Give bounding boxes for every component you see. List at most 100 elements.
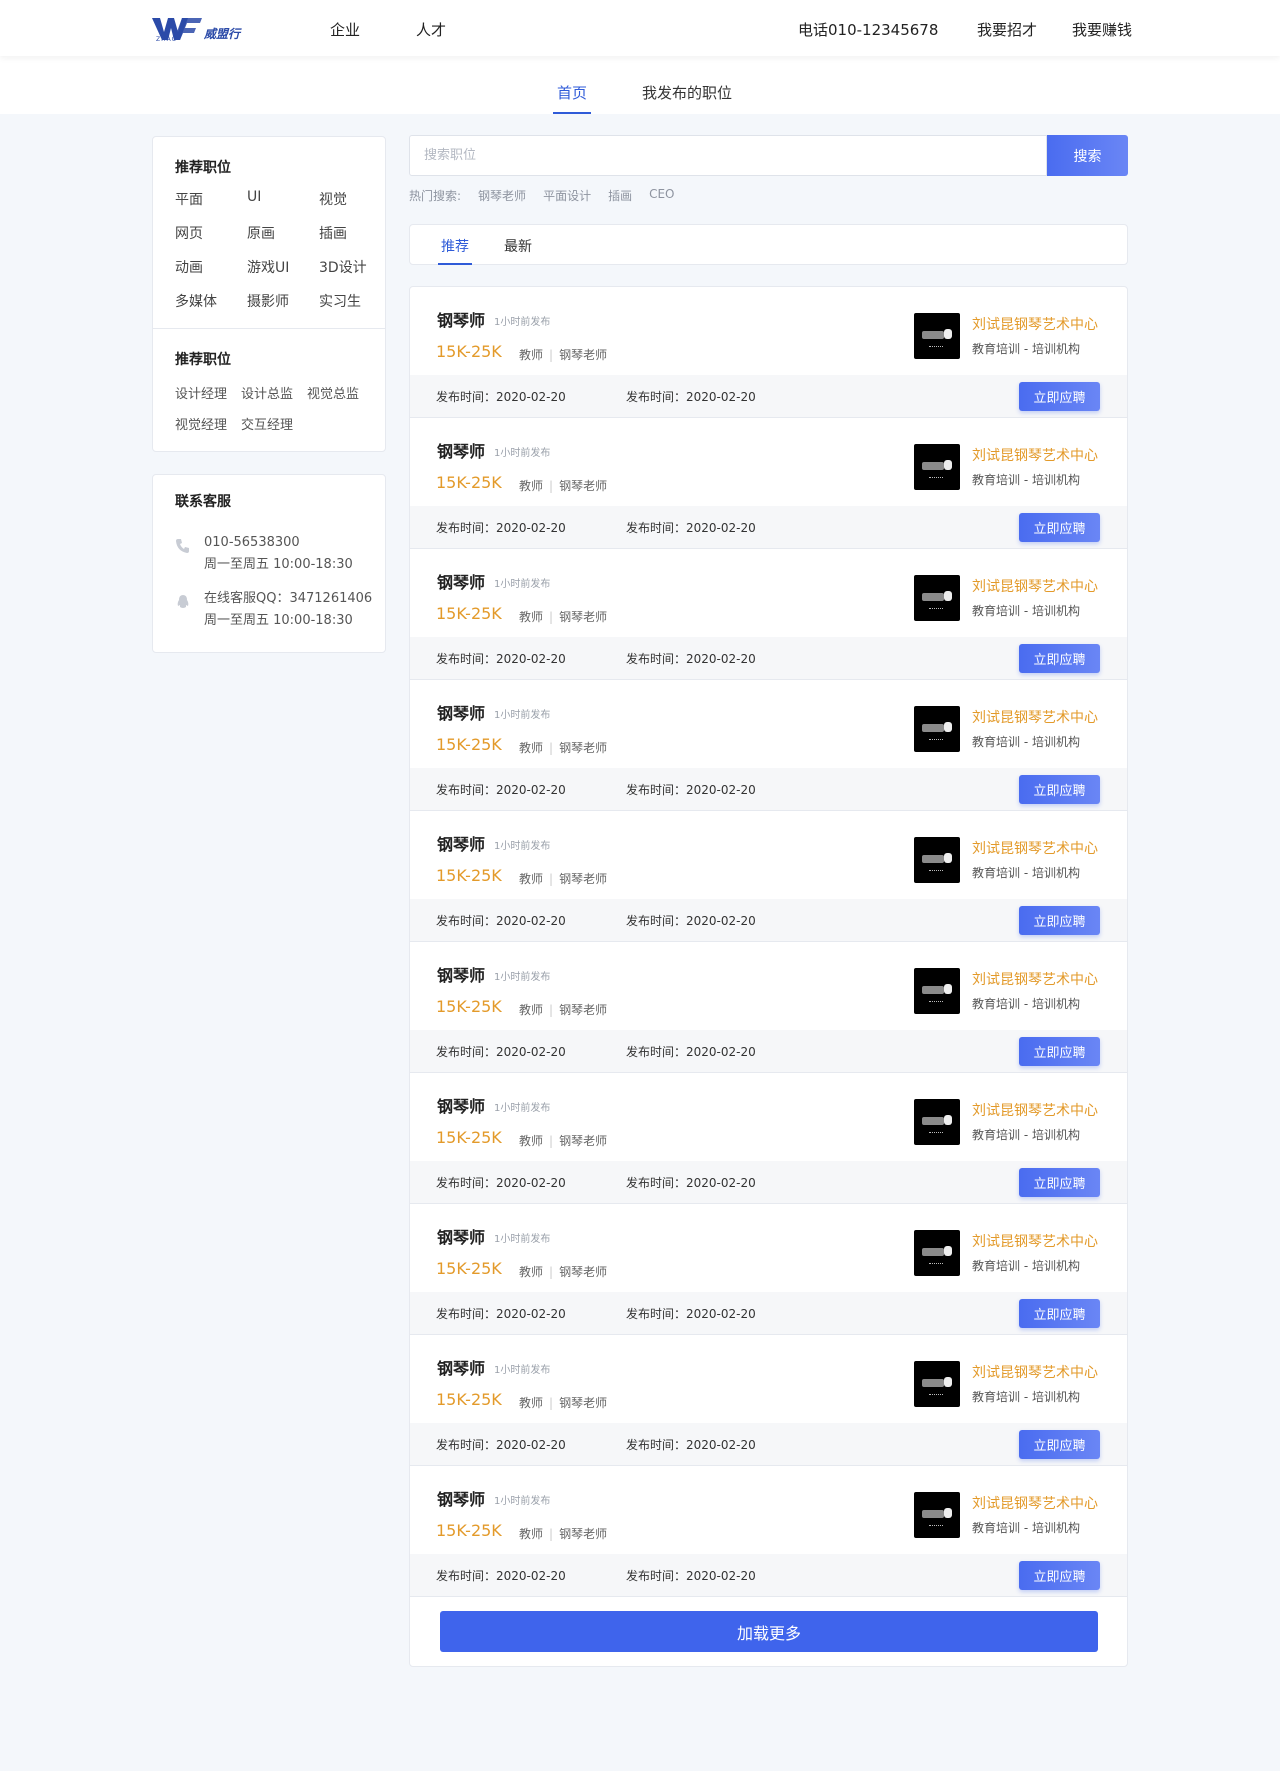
category-tag[interactable]: 实习生 <box>319 291 379 311</box>
company-logo[interactable] <box>914 1099 960 1145</box>
nav-hire[interactable]: 我要招才 <box>977 19 1037 40</box>
position-tag[interactable]: 设计总监 <box>241 383 307 402</box>
job-footer: 发布时间：2020-02-20 发布时间：2020-02-20 立即应聘 <box>410 1030 1127 1072</box>
publish-date: 发布时间：2020-02-20 <box>436 914 566 928</box>
category-tag[interactable]: 摄影师 <box>247 291 319 311</box>
apply-button[interactable]: 立即应聘 <box>1019 1430 1100 1459</box>
company-logo[interactable] <box>914 1361 960 1407</box>
company-logo[interactable] <box>914 837 960 883</box>
tab-recommended[interactable]: 推荐 <box>438 236 472 265</box>
job-item[interactable]: 钢琴师 1小时前发布 15K-25K 教师 | 钢琴老师 刘试昆钢琴艺术中心 教育培训 - 培… <box>410 680 1127 811</box>
job-list: 钢琴师 1小时前发布 15K-25K 教师 | 钢琴老师 刘试昆钢琴艺术中心 教育培训 - 培… <box>409 286 1128 1667</box>
apply-button[interactable]: 立即应聘 <box>1019 382 1100 411</box>
job-title[interactable]: 钢琴师 <box>437 307 485 331</box>
category-tag[interactable]: 视觉 <box>319 189 379 209</box>
apply-button[interactable]: 立即应聘 <box>1019 1561 1100 1590</box>
company-logo[interactable] <box>914 575 960 621</box>
job-tag: 教师 <box>519 1134 544 1148</box>
category-tag[interactable]: 动画 <box>175 257 247 277</box>
company-name[interactable]: 刘试昆钢琴艺术中心 <box>972 445 1098 465</box>
job-item[interactable]: 钢琴师 1小时前发布 15K-25K 教师 | 钢琴老师 刘试昆钢琴艺术中心 教育培训 - 培… <box>410 1204 1127 1335</box>
position-tag[interactable]: 视觉经理 <box>175 414 241 433</box>
apply-button[interactable]: 立即应聘 <box>1019 513 1100 542</box>
job-title[interactable]: 钢琴师 <box>437 1093 485 1117</box>
job-title[interactable]: 钢琴师 <box>437 1224 485 1248</box>
nav-enterprise[interactable]: 企业 <box>330 19 360 40</box>
publish-date: 发布时间：2020-02-20 <box>436 783 566 797</box>
company-logo[interactable] <box>914 444 960 490</box>
apply-button[interactable]: 立即应聘 <box>1019 644 1100 673</box>
hot-searches: 热门搜索: 钢琴老师 平面设计 插画 CEO <box>409 187 692 204</box>
hot-search-item[interactable]: CEO <box>649 187 674 204</box>
job-item[interactable]: 钢琴师 1小时前发布 15K-25K 教师 | 钢琴老师 刘试昆钢琴艺术中心 教育培训 - 培… <box>410 1466 1127 1597</box>
company-name[interactable]: 刘试昆钢琴艺术中心 <box>972 838 1098 858</box>
job-item[interactable]: 钢琴师 1小时前发布 15K-25K 教师 | 钢琴老师 刘试昆钢琴艺术中心 教育培训 - 培… <box>410 287 1127 418</box>
category-tag[interactable]: 游戏UI <box>247 257 319 277</box>
apply-button[interactable]: 立即应聘 <box>1019 1037 1100 1066</box>
company-name[interactable]: 刘试昆钢琴艺术中心 <box>972 969 1098 989</box>
search-input[interactable] <box>410 136 1046 175</box>
apply-button[interactable]: 立即应聘 <box>1019 1299 1100 1328</box>
company-name[interactable]: 刘试昆钢琴艺术中心 <box>972 1231 1098 1251</box>
company-logo[interactable] <box>914 1492 960 1538</box>
tab-my-posted-jobs[interactable]: 我发布的职位 <box>642 82 732 114</box>
job-title[interactable]: 钢琴师 <box>437 1355 485 1379</box>
job-title[interactable]: 钢琴师 <box>437 438 485 462</box>
company-logo[interactable] <box>914 706 960 752</box>
position-tag[interactable]: 视觉总监 <box>307 383 373 402</box>
job-title[interactable]: 钢琴师 <box>437 569 485 593</box>
job-item[interactable]: 钢琴师 1小时前发布 15K-25K 教师 | 钢琴老师 刘试昆钢琴艺术中心 教育培训 - 培… <box>410 942 1127 1073</box>
logo[interactable]: 威盟行 ZHAO <box>152 14 240 44</box>
category-tag[interactable]: 网页 <box>175 223 247 243</box>
logo-shape <box>922 593 944 601</box>
hot-search-item[interactable]: 钢琴老师 <box>478 187 526 204</box>
tab-home[interactable]: 首页 <box>552 82 592 114</box>
company-name[interactable]: 刘试昆钢琴艺术中心 <box>972 1493 1098 1513</box>
company-logo[interactable] <box>914 968 960 1014</box>
support-qq-hours: 周一至周五 10:00-18:30 <box>204 613 353 628</box>
company-type: 教育培训 - 培训机构 <box>972 1521 1080 1535</box>
apply-button[interactable]: 立即应聘 <box>1019 906 1100 935</box>
search-button[interactable]: 搜索 <box>1047 135 1128 176</box>
job-item[interactable]: 钢琴师 1小时前发布 15K-25K 教师 | 钢琴老师 刘试昆钢琴艺术中心 教育培训 - 培… <box>410 418 1127 549</box>
category-tag[interactable]: UI <box>247 189 319 209</box>
apply-button[interactable]: 立即应聘 <box>1019 1168 1100 1197</box>
publish-date: 发布时间：2020-02-20 <box>626 914 756 928</box>
job-title[interactable]: 钢琴师 <box>437 962 485 986</box>
job-item[interactable]: 钢琴师 1小时前发布 15K-25K 教师 | 钢琴老师 刘试昆钢琴艺术中心 教育培训 - 培… <box>410 811 1127 942</box>
nav-earn[interactable]: 我要赚钱 <box>1072 19 1132 40</box>
job-title[interactable]: 钢琴师 <box>437 1486 485 1510</box>
nav-talent[interactable]: 人才 <box>416 19 446 40</box>
support-hours: 周一至周五 10:00-18:30 <box>204 557 353 572</box>
job-tag: 教师 <box>519 1003 544 1017</box>
logo-shape <box>929 1132 943 1133</box>
company-name[interactable]: 刘试昆钢琴艺术中心 <box>972 314 1098 334</box>
hot-search-item[interactable]: 平面设计 <box>543 187 591 204</box>
tab-latest[interactable]: 最新 <box>504 236 532 265</box>
category-tag[interactable]: 原画 <box>247 223 319 243</box>
position-tag[interactable]: 交互经理 <box>241 414 307 433</box>
job-item[interactable]: 钢琴师 1小时前发布 15K-25K 教师 | 钢琴老师 刘试昆钢琴艺术中心 教育培训 - 培… <box>410 1335 1127 1466</box>
job-title[interactable]: 钢琴师 <box>437 831 485 855</box>
position-tag[interactable]: 设计经理 <box>175 383 241 402</box>
company-name[interactable]: 刘试昆钢琴艺术中心 <box>972 1362 1098 1382</box>
company-logo[interactable] <box>914 1230 960 1276</box>
apply-button[interactable]: 立即应聘 <box>1019 775 1100 804</box>
job-footer: 发布时间：2020-02-20 发布时间：2020-02-20 立即应聘 <box>410 1554 1127 1596</box>
hot-search-item[interactable]: 插画 <box>608 187 632 204</box>
company-name[interactable]: 刘试昆钢琴艺术中心 <box>972 576 1098 596</box>
publish-date: 发布时间：2020-02-20 <box>436 1045 566 1059</box>
job-item[interactable]: 钢琴师 1小时前发布 15K-25K 教师 | 钢琴老师 刘试昆钢琴艺术中心 教育培训 - 培… <box>410 1073 1127 1204</box>
job-tag: 钢琴老师 <box>559 741 608 755</box>
category-tag[interactable]: 3D设计 <box>319 257 379 277</box>
company-logo[interactable] <box>914 313 960 359</box>
category-tag[interactable]: 平面 <box>175 189 247 209</box>
company-name[interactable]: 刘试昆钢琴艺术中心 <box>972 1100 1098 1120</box>
category-tag[interactable]: 多媒体 <box>175 291 247 311</box>
job-title[interactable]: 钢琴师 <box>437 700 485 724</box>
category-tag[interactable]: 插画 <box>319 223 379 243</box>
job-item[interactable]: 钢琴师 1小时前发布 15K-25K 教师 | 钢琴老师 刘试昆钢琴艺术中心 教育培训 - 培… <box>410 549 1127 680</box>
publish-date: 发布时间：2020-02-20 <box>626 1307 756 1321</box>
company-name[interactable]: 刘试昆钢琴艺术中心 <box>972 707 1098 727</box>
load-more-button[interactable]: 加载更多 <box>440 1611 1098 1652</box>
